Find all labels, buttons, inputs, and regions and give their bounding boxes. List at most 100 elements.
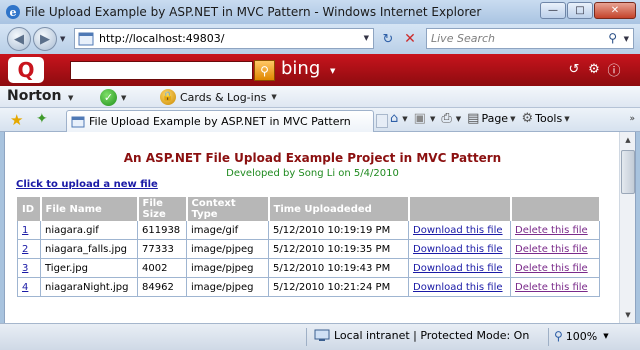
zoom-icon: ⚲ (554, 329, 563, 343)
more-commands-icon[interactable]: » (629, 114, 635, 124)
intranet-icon (314, 329, 330, 341)
delete-link[interactable]: Delete this file (515, 244, 588, 255)
file-name-cell: niagaraNight.jpg (40, 277, 138, 297)
page-dropdown-icon: ▼ (510, 114, 516, 123)
rss-icon: ▣ (413, 111, 426, 126)
tab-bar: ★ ✦ File Upload Example by ASP.NET in MV… (0, 108, 640, 132)
q-logo-icon[interactable]: Q (8, 57, 44, 83)
refresh-button[interactable]: ↻ (378, 30, 398, 48)
search-input[interactable]: Live Search ⚲ ▼ (426, 28, 634, 49)
url-dropdown-icon[interactable]: ▼ (364, 34, 369, 42)
column-header (510, 197, 601, 221)
content-type-cell: image/gif (186, 220, 269, 240)
delete-link[interactable]: Delete this file (515, 225, 588, 236)
page-menu-label: Page (481, 112, 509, 125)
file-name-cell: Tiger.jpg (40, 258, 138, 278)
printer-icon: ⎙ (441, 111, 452, 126)
page-icon: ▤ (467, 111, 480, 126)
file-id-link[interactable]: 1 (22, 225, 28, 236)
norton-toolbar: Norton ▼ ✓ ▼ 🔒 Cards & Log-ins ▼ (0, 86, 640, 108)
tab-active[interactable]: File Upload Example by ASP.NET in MVC Pa… (66, 110, 374, 132)
download-link[interactable]: Download this file (413, 282, 503, 293)
file-name-cell: niagara_falls.jpg (40, 239, 138, 259)
column-header: File Size (137, 197, 188, 221)
print-button[interactable]: ⎙ ▼ (441, 111, 461, 126)
svg-text:e: e (10, 6, 17, 19)
safe-check-dropdown-icon[interactable]: ▼ (121, 94, 126, 102)
file-name-cell: niagara.gif (40, 220, 138, 240)
home-button[interactable]: ⌂ ▼ (390, 111, 408, 126)
stop-button[interactable]: ✕ (400, 30, 420, 48)
feeds-dropdown-icon: ▼ (429, 114, 436, 123)
upload-time-cell: 5/12/2010 10:19:43 PM (268, 258, 409, 278)
new-tab-button[interactable] (376, 114, 388, 128)
page-icon (71, 116, 85, 127)
scroll-thumb[interactable] (621, 150, 635, 194)
scroll-up-icon[interactable]: ▲ (621, 132, 635, 148)
norton-dropdown-icon[interactable]: ▼ (68, 94, 73, 102)
bing-search-button[interactable]: ⚲ (254, 60, 275, 81)
safe-check-icon[interactable]: ✓ (100, 89, 117, 106)
maximize-button[interactable]: □ (567, 2, 593, 19)
refresh-icon: ↻ (382, 31, 394, 47)
command-bar: ⌂ ▼ ▣ ▼ ⎙ ▼ ▤ Page ▼ ⚙ Tools ▼ (390, 111, 576, 126)
file-id-link[interactable]: 2 (22, 244, 28, 255)
zoom-dropdown-icon: ▼ (603, 332, 609, 340)
upload-new-file-link[interactable]: Click to upload a new file (16, 179, 158, 190)
download-link[interactable]: Download this file (413, 244, 503, 255)
bing-search-input[interactable] (70, 61, 253, 80)
zoom-control[interactable]: ⚲ 100% ▼ (554, 329, 609, 343)
close-window-button[interactable]: ✕ (594, 2, 636, 19)
status-divider (306, 328, 307, 346)
tools-menu-label: Tools (535, 112, 563, 125)
favorites-star-icon[interactable]: ★ (10, 111, 23, 129)
file-id-link[interactable]: 4 (22, 282, 28, 293)
table-row: 3 Tiger.jpg 4002 image/pjpeg 5/12/2010 1… (17, 258, 600, 278)
help-icon[interactable]: ⓘ (606, 61, 622, 79)
column-header (408, 197, 512, 221)
home-dropdown-icon: ▼ (402, 114, 408, 123)
security-zone[interactable]: Local intranet | Protected Mode: On (314, 329, 529, 342)
table-row: 4 niagaraNight.jpg 84962 image/pjpeg 5/1… (17, 277, 600, 297)
norton-logo[interactable]: Norton (7, 88, 62, 104)
column-header: Context Type (186, 197, 270, 221)
scroll-down-icon[interactable]: ▼ (621, 307, 635, 323)
gear-icon[interactable]: ⚙ (586, 61, 602, 77)
status-bar: Local intranet | Protected Mode: On ⚲ 10… (0, 323, 640, 350)
url-text: http://localhost:49803/ (99, 32, 225, 45)
forward-button[interactable]: ▶ (33, 27, 57, 51)
address-bar: ◀ ▶ ▼ http://localhost:49803/ ▼ ↻ ✕ Live… (0, 24, 640, 54)
lock-icon: 🔒 (160, 89, 176, 105)
tools-menu-button[interactable]: ⚙ Tools ▼ (521, 111, 569, 126)
page-title: An ASP.NET File Upload Example Project i… (123, 151, 502, 165)
back-arrow-icon: ◀ (14, 31, 24, 47)
file-id-link[interactable]: 3 (22, 263, 28, 274)
home-icon: ⌂ (390, 111, 399, 126)
delete-link[interactable]: Delete this file (515, 282, 588, 293)
gear-icon: ⚙ (521, 111, 534, 126)
url-field[interactable]: http://localhost:49803/ ▼ (74, 28, 374, 49)
download-link[interactable]: Download this file (413, 225, 503, 236)
tab-label: File Upload Example by ASP.NET in MVC Pa… (89, 115, 351, 128)
search-icon[interactable]: ⚲ (608, 31, 617, 45)
back-button[interactable]: ◀ (7, 27, 31, 51)
window-controls: — □ ✕ (539, 2, 636, 19)
files-table: ID File Name File Size Context Type Time… (17, 197, 601, 297)
page-menu-button[interactable]: ▤ Page ▼ (467, 111, 515, 126)
feeds-button[interactable]: ▣ ▼ (414, 111, 436, 126)
delete-link[interactable]: Delete this file (515, 263, 588, 274)
add-favorites-icon[interactable]: ✦ (36, 111, 48, 127)
download-link[interactable]: Download this file (413, 263, 503, 274)
bing-dropdown-icon[interactable]: ▼ (330, 67, 335, 75)
undo-icon[interactable]: ↺ (566, 61, 582, 77)
upload-time-cell: 5/12/2010 10:19:35 PM (268, 239, 409, 259)
vertical-scrollbar[interactable]: ▲ ▼ (619, 132, 635, 323)
minimize-button[interactable]: — (540, 2, 566, 19)
search-options-dropdown-icon[interactable]: ▼ (624, 35, 629, 43)
cards-logins-label: Cards & Log-ins (180, 90, 267, 104)
cards-logins-button[interactable]: 🔒 Cards & Log-ins ▼ (160, 89, 277, 105)
column-header: ID (17, 197, 42, 221)
tools-dropdown-icon: ▼ (564, 114, 570, 123)
file-size-cell: 4002 (137, 258, 187, 278)
recent-pages-dropdown-icon[interactable]: ▼ (60, 35, 65, 43)
